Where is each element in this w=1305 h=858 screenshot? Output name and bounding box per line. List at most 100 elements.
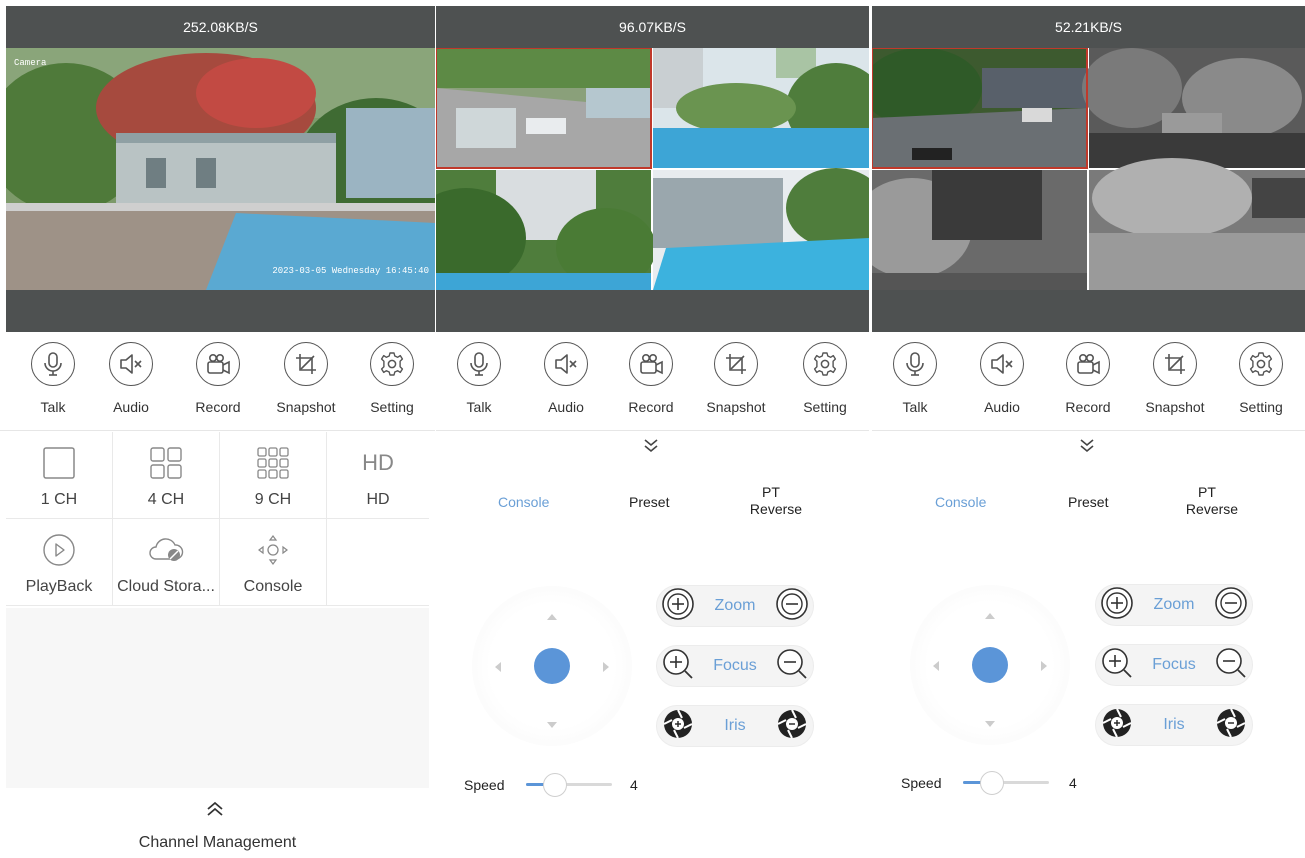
zoom-in-icon[interactable] xyxy=(1098,584,1136,627)
layout-9ch-label: 9 CH xyxy=(254,491,292,508)
single-square-icon xyxy=(6,444,112,482)
snapshot-button[interactable]: Snapshot xyxy=(263,342,349,415)
record-button[interactable]: Record xyxy=(1045,342,1131,415)
speed-slider-knob[interactable] xyxy=(979,771,1004,795)
iris-open-icon[interactable] xyxy=(1098,704,1136,747)
audio-label: Audio xyxy=(548,399,584,415)
live-view-panel-1: 252.08KB/S Camera 2023-03-05 Wednesday 1… xyxy=(0,0,435,858)
toolbar: Talk Audio Record Snapshot Setting xyxy=(436,338,869,431)
tab-console[interactable]: Console xyxy=(498,494,549,511)
tab-preset[interactable]: Preset xyxy=(1068,494,1108,511)
pan-left-arrow-icon[interactable] xyxy=(932,659,940,677)
ptz-joystick[interactable] xyxy=(472,586,632,746)
speed-slider-knob[interactable] xyxy=(542,773,567,797)
camera-quad-frame xyxy=(436,48,869,290)
audio-button[interactable]: Audio xyxy=(523,342,609,415)
record-label: Record xyxy=(1065,399,1111,415)
speaker-mute-icon xyxy=(980,342,1024,386)
setting-label: Setting xyxy=(370,399,414,415)
speed-slider[interactable] xyxy=(963,771,1049,795)
zoom-out-icon[interactable] xyxy=(773,585,811,628)
chevron-down-icon[interactable] xyxy=(1078,438,1096,459)
record-label: Record xyxy=(195,399,241,415)
pan-up-arrow-icon[interactable] xyxy=(984,607,996,625)
tab-pt-reverse[interactable]: PT Reverse xyxy=(1184,484,1240,518)
talk-label: Talk xyxy=(40,399,66,415)
focus-out-icon[interactable] xyxy=(1212,644,1250,687)
talk-button[interactable]: Talk xyxy=(10,342,96,415)
focus-in-icon[interactable] xyxy=(659,645,697,688)
cloud-storage-label: Cloud Stora... xyxy=(117,578,215,595)
joystick-knob[interactable] xyxy=(534,648,570,684)
hd-icon: HD xyxy=(327,444,429,482)
setting-button[interactable]: Setting xyxy=(349,342,435,415)
tab-preset[interactable]: Preset xyxy=(629,494,669,511)
bitrate-bar: 52.21KB/S xyxy=(872,6,1305,48)
audio-button[interactable]: Audio xyxy=(88,342,174,415)
layout-9ch-button[interactable]: 9 CH xyxy=(220,432,327,519)
speaker-mute-icon xyxy=(109,342,153,386)
microphone-icon xyxy=(457,342,501,386)
layout-4ch-button[interactable]: 4 CH xyxy=(113,432,220,519)
talk-button[interactable]: Talk xyxy=(872,342,958,415)
speed-slider[interactable] xyxy=(526,773,612,797)
focus-control: Focus xyxy=(656,645,814,687)
video-bottom-bar xyxy=(6,290,435,332)
camera-name-label: Camera xyxy=(14,58,47,68)
iris-close-icon[interactable] xyxy=(1212,704,1250,747)
pan-right-arrow-icon[interactable] xyxy=(602,660,610,678)
console-button[interactable]: Console xyxy=(220,519,327,606)
cloud-storage-button[interactable]: Cloud Stora... xyxy=(113,519,220,606)
tab-pt-reverse-line2: Reverse xyxy=(1185,501,1239,517)
record-button[interactable]: Record xyxy=(608,342,694,415)
hd-label: HD xyxy=(366,491,390,508)
crop-icon xyxy=(1153,342,1197,386)
tab-pt-reverse[interactable]: PT Reverse xyxy=(748,484,804,518)
chevron-down-icon[interactable] xyxy=(642,438,660,459)
zoom-out-icon[interactable] xyxy=(1212,584,1250,627)
grid-empty-cell xyxy=(327,519,429,606)
audio-button[interactable]: Audio xyxy=(959,342,1045,415)
video-feed-quad-night[interactable] xyxy=(872,48,1305,290)
setting-button[interactable]: Setting xyxy=(782,342,868,415)
snapshot-button[interactable]: Snapshot xyxy=(1132,342,1218,415)
snapshot-button[interactable]: Snapshot xyxy=(693,342,779,415)
tab-console[interactable]: Console xyxy=(935,494,986,511)
live-view-panel-2: 96.07KB/S Talk Audio Record Snapshot Set… xyxy=(436,0,869,858)
toolbar: Talk Audio Record Snapshot Setting xyxy=(872,338,1305,431)
iris-open-icon[interactable] xyxy=(659,705,697,748)
hd-button[interactable]: HD HD xyxy=(327,432,429,519)
setting-label: Setting xyxy=(1239,399,1283,415)
iris-control: Iris xyxy=(656,705,814,747)
setting-button[interactable]: Setting xyxy=(1218,342,1304,415)
record-button[interactable]: Record xyxy=(175,342,261,415)
pan-down-arrow-icon[interactable] xyxy=(984,715,996,733)
iris-label: Iris xyxy=(724,717,746,734)
speaker-mute-icon xyxy=(544,342,588,386)
pan-up-arrow-icon[interactable] xyxy=(546,608,558,626)
talk-label: Talk xyxy=(466,399,492,415)
talk-button[interactable]: Talk xyxy=(436,342,522,415)
focus-in-icon[interactable] xyxy=(1098,644,1136,687)
zoom-in-icon[interactable] xyxy=(659,585,697,628)
zoom-control: Zoom xyxy=(1095,584,1253,626)
tab-pt-reverse-line2: Reverse xyxy=(749,501,803,517)
playback-label: PlayBack xyxy=(25,578,93,595)
playback-button[interactable]: PlayBack xyxy=(6,519,113,606)
pan-left-arrow-icon[interactable] xyxy=(494,660,502,678)
iris-close-icon[interactable] xyxy=(773,705,811,748)
crop-icon xyxy=(714,342,758,386)
direction-pad-icon xyxy=(220,531,326,569)
pan-right-arrow-icon[interactable] xyxy=(1040,659,1048,677)
layout-1ch-button[interactable]: 1 CH xyxy=(6,432,113,519)
channel-management-label[interactable]: Channel Management xyxy=(0,834,435,852)
pan-down-arrow-icon[interactable] xyxy=(546,716,558,734)
ptz-joystick[interactable] xyxy=(910,585,1070,745)
chevron-up-icon[interactable] xyxy=(204,800,226,823)
joystick-knob[interactable] xyxy=(972,647,1008,683)
zoom-control: Zoom xyxy=(656,585,814,627)
video-feed-quad[interactable] xyxy=(436,48,869,290)
focus-out-icon[interactable] xyxy=(773,645,811,688)
video-feed-single[interactable]: Camera 2023-03-05 Wednesday 16:45:40 xyxy=(6,48,435,290)
zoom-label: Zoom xyxy=(1153,596,1195,613)
